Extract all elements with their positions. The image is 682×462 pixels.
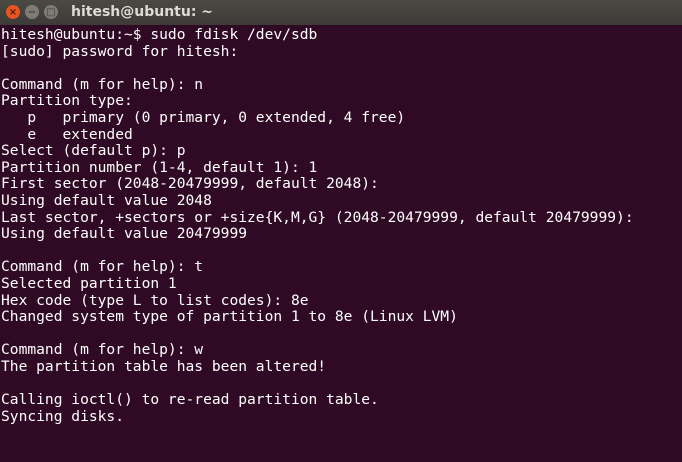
terminal-line: First sector (2048-20479999, default 204… [1,175,379,193]
terminal-line: e extended [1,125,133,143]
window-title: hitesh@ubuntu: ~ [71,4,214,20]
minimize-button[interactable]: − [25,5,39,19]
terminal-line: Syncing disks. [1,407,125,425]
close-button[interactable]: × [6,5,20,19]
terminal-line: Using default value 2048 [1,191,212,209]
terminal-line: Hex code (type L to list codes): 8e [1,291,309,309]
terminal-line: Select (default p): p [1,142,186,160]
terminal-line: Using default value 20479999 [1,225,248,243]
terminal-line: p primary (0 primary, 0 extended, 4 free… [1,108,406,126]
terminal-line: Partition number (1-4, default 1): 1 [1,158,318,176]
terminal-line: [sudo] password for hitesh: [1,42,239,60]
maximize-button[interactable]: □ [44,5,58,19]
minimize-icon: − [27,6,37,18]
terminal-line: The partition table has been altered! [1,357,327,375]
terminal-line: Command (m for help): n [1,75,204,93]
terminal-line: Calling ioctl() to re-read partition tab… [1,391,379,409]
terminal-line: Last sector, +sectors or +size{K,M,G} (2… [1,208,634,226]
terminal-line: hitesh@ubuntu:~$ sudo fdisk /dev/sdb [1,26,318,43]
terminal-output[interactable]: hitesh@ubuntu:~$ sudo fdisk /dev/sdb [sud… [0,25,682,425]
maximize-icon: □ [46,6,56,18]
terminal-line: Selected partition 1 [1,274,177,292]
terminal-line: Changed system type of partition 1 to 8e… [1,308,458,326]
terminal-line: Partition type: [1,92,133,110]
window-titlebar: × − □ hitesh@ubuntu: ~ [0,0,682,25]
terminal-line: Command (m for help): w [1,341,204,359]
close-icon: × [8,6,18,18]
terminal-line: Command (m for help): t [1,258,204,276]
